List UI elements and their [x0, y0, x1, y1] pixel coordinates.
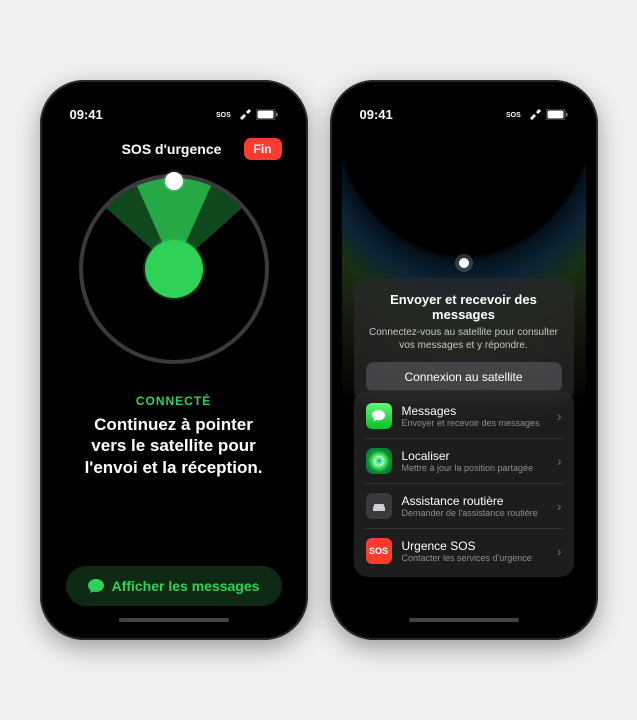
satellite-icon — [238, 108, 252, 120]
row-text: Assistance routière Demander de l'assist… — [402, 494, 547, 518]
row-title: Assistance routière — [402, 494, 547, 508]
connection-status: CONNECTÉ — [52, 394, 296, 408]
battery-icon — [546, 109, 568, 120]
nav-header: SOS d'urgence Fin — [52, 138, 296, 160]
chevron-right-icon: › — [557, 498, 562, 514]
connect-card-subtitle: Connectez-vous au satellite pour consult… — [366, 326, 562, 352]
connect-card: Envoyer et recevoir des messages Connect… — [354, 278, 574, 404]
home-indicator[interactable] — [409, 618, 519, 622]
row-text: Urgence SOS Contacter les services d'urg… — [402, 539, 547, 563]
sos-app-icon: SOS — [366, 538, 392, 564]
home-indicator[interactable] — [119, 618, 229, 622]
connect-satellite-button[interactable]: Connexion au satellite — [366, 362, 562, 392]
row-title: Localiser — [402, 449, 547, 463]
status-time: 09:41 — [70, 107, 103, 122]
row-subtitle: Demander de l'assistance routière — [402, 508, 547, 518]
dynamic-island — [135, 102, 213, 126]
instruction-text: Continuez à pointer vers le satellite po… — [76, 414, 272, 478]
row-title: Urgence SOS — [402, 539, 547, 553]
messages-app-icon — [366, 403, 392, 429]
battery-icon — [256, 109, 278, 120]
svg-text:SOS: SOS — [216, 112, 231, 119]
screen-sos: 09:41 SOS SOS d'urgence Fin CONNECTÉ Con… — [52, 92, 296, 628]
sos-status-icon: SOS — [506, 109, 524, 119]
bottom-actions: Afficher les messages — [66, 566, 282, 606]
roadside-app-icon — [366, 493, 392, 519]
phone-left: 09:41 SOS SOS d'urgence Fin CONNECTÉ Con… — [40, 80, 308, 640]
row-subtitle: Contacter les services d'urgence — [402, 553, 547, 563]
compass-core — [145, 240, 203, 298]
row-text: Localiser Mettre à jour la position part… — [402, 449, 547, 473]
chat-bubble-icon — [88, 579, 104, 594]
chevron-right-icon: › — [557, 543, 562, 559]
connect-card-title: Envoyer et recevoir des messages — [366, 292, 562, 322]
satellite-position-dot — [165, 172, 183, 190]
satellite-icon — [528, 108, 542, 120]
services-list: Messages Envoyer et recevoir des message… — [354, 390, 574, 577]
show-messages-button[interactable]: Afficher les messages — [66, 566, 282, 606]
show-messages-label: Afficher les messages — [112, 578, 260, 594]
findmy-app-icon — [366, 448, 392, 474]
location-marker — [459, 258, 469, 268]
chevron-right-icon: › — [557, 408, 562, 424]
row-title: Messages — [402, 404, 547, 418]
row-sos[interactable]: SOS Urgence SOS Contacter les services d… — [364, 529, 564, 573]
end-button[interactable]: Fin — [244, 138, 282, 160]
row-subtitle: Mettre à jour la position partagée — [402, 463, 547, 473]
phone-right: 09:41 SOS Envoyer et recevoir des messag… — [330, 80, 598, 640]
screen-satellite-menu: 09:41 SOS Envoyer et recevoir des messag… — [342, 92, 586, 628]
status-right: SOS — [216, 108, 278, 120]
satellite-compass — [52, 174, 296, 364]
status-time: 09:41 — [360, 107, 393, 122]
sos-status-icon: SOS — [216, 109, 234, 119]
row-subtitle: Envoyer et recevoir des messages — [402, 418, 547, 428]
row-roadside[interactable]: Assistance routière Demander de l'assist… — [364, 484, 564, 529]
dynamic-island — [425, 102, 503, 126]
row-text: Messages Envoyer et recevoir des message… — [402, 404, 547, 428]
row-findmy[interactable]: Localiser Mettre à jour la position part… — [364, 439, 564, 484]
svg-text:SOS: SOS — [506, 112, 521, 119]
chevron-right-icon: › — [557, 453, 562, 469]
status-right: SOS — [506, 108, 568, 120]
row-messages[interactable]: Messages Envoyer et recevoir des message… — [364, 394, 564, 439]
compass-radar — [79, 174, 269, 364]
nav-title: SOS d'urgence — [100, 141, 244, 157]
